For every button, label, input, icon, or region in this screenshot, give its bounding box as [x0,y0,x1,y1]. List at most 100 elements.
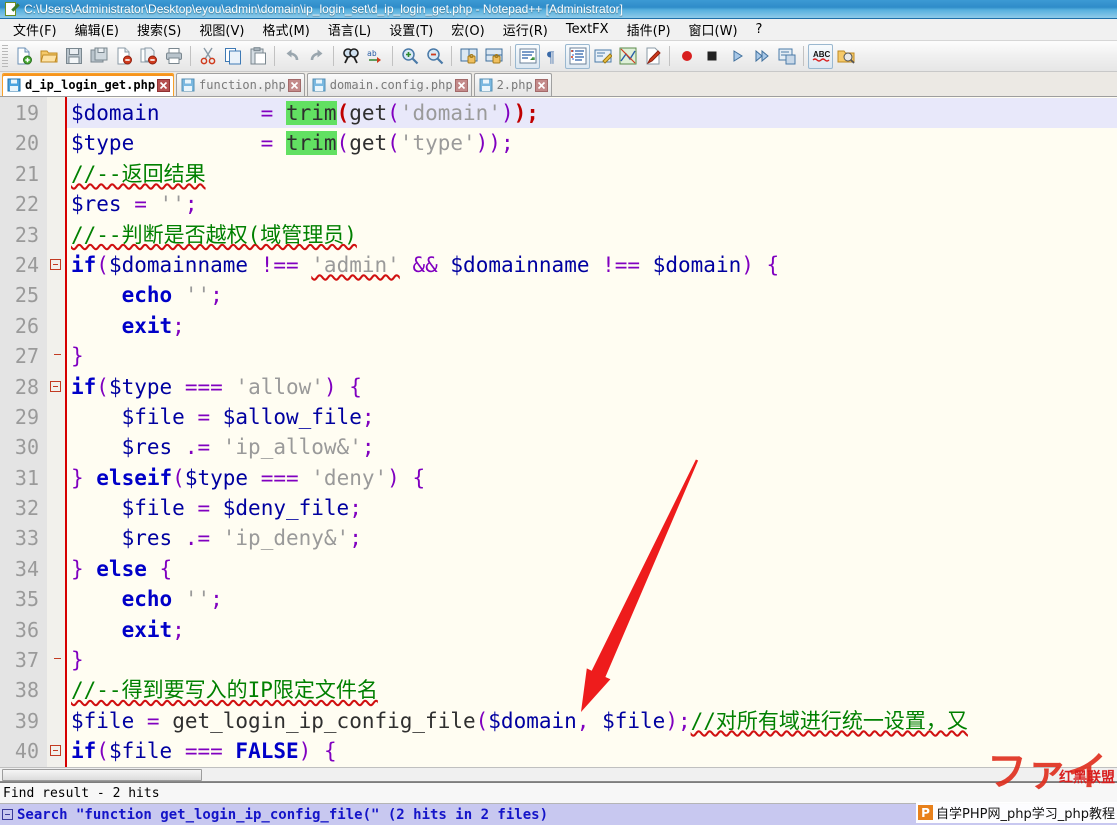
tab-label: d_ip_login_get.php [25,78,156,92]
sync-vertical-scroll-icon[interactable] [456,44,481,69]
fold-marker[interactable] [47,341,65,371]
menu-search[interactable]: 搜索(S) [128,18,190,41]
find-icon[interactable] [338,44,363,69]
fold-marker[interactable] [47,250,65,280]
menu-format[interactable]: 格式(M) [253,18,318,41]
find-result-row[interactable]: Search "function get_login_ip_config_fil… [0,804,1117,825]
code-line[interactable]: $res .= 'ip_allow&'; [65,432,1117,462]
menu-plugins[interactable]: 插件(P) [618,18,680,41]
code-line[interactable]: } [65,645,1117,675]
find-result-title: Find result - 2 hits [0,783,1117,804]
save-icon[interactable] [61,44,86,69]
zoom-in-icon[interactable] [397,44,422,69]
tab-function[interactable]: function.php [176,73,305,96]
fold-marker[interactable] [47,736,65,766]
replace-icon[interactable]: ab [363,44,388,69]
fold-margin[interactable] [47,97,65,767]
code-line[interactable]: //--判断是否越权(域管理员) [65,220,1117,250]
code-text[interactable]: $domain = trim(get('domain')); $type = tr… [65,97,1117,767]
menu-help[interactable]: ? [747,20,772,39]
bookmark-change-marker [65,97,67,767]
code-line[interactable]: $file = $allow_file; [65,402,1117,432]
tab-d-ip-login-get[interactable]: d_ip_login_get.php [2,73,175,96]
tab-2[interactable]: 2.php [473,73,552,96]
fold-marker[interactable] [47,554,65,584]
code-line[interactable]: $domain = trim(get('domain')); [65,98,1117,129]
start-record-macro-icon[interactable] [674,44,699,69]
undo-icon[interactable] [279,44,304,69]
code-line[interactable]: if($domainname !== 'admin' && $domainnam… [65,250,1117,280]
sync-horizontal-scroll-icon[interactable] [481,44,506,69]
menu-run[interactable]: 运行(R) [494,18,557,41]
line-number: 31 [14,465,39,490]
editor-area[interactable]: 19 20 21 22 23 24 25 26 27 28 29 30 31 32 33 34 35 36 37 38… [0,97,1117,782]
open-file-icon[interactable] [36,44,61,69]
close-icon[interactable] [287,78,301,92]
stop-record-macro-icon[interactable] [699,44,724,69]
code-line[interactable]: $file = get_login_ip_config_file($domain… [65,706,1117,736]
code-line[interactable]: $res = ''; [65,189,1117,219]
fold-marker[interactable] [47,372,65,402]
horizontal-scrollbar[interactable] [0,767,1117,781]
menu-window[interactable]: 窗口(W) [680,18,747,41]
line-number: 21 [14,161,39,186]
close-all-icon[interactable] [136,44,161,69]
line-number: 40 [14,739,39,764]
code-line[interactable]: } [65,341,1117,371]
print-icon[interactable] [161,44,186,69]
run-icon[interactable] [833,44,858,69]
line-number: 35 [14,587,39,612]
word-wrap-icon[interactable] [515,43,540,69]
spell-check-icon[interactable]: ABC [808,43,833,69]
menu-textfx[interactable]: TextFX [557,20,618,39]
copy-icon[interactable] [220,44,245,69]
user-defined-dialog-icon[interactable] [590,44,615,69]
code-line[interactable]: if($file === FALSE) { [65,736,1117,766]
find-result-body[interactable]: Search "function get_login_ip_config_fil… [0,804,1117,825]
scintilla-editor[interactable]: 19 20 21 22 23 24 25 26 27 28 29 30 31 32 33 34 35 36 37 38… [0,97,1117,767]
code-line[interactable]: exit; [65,615,1117,645]
new-file-icon[interactable] [11,44,36,69]
fold-empty [47,98,65,128]
code-line[interactable]: } else { [65,554,1117,584]
fold-marker[interactable] [47,645,65,675]
show-all-characters-icon[interactable]: ¶ [540,44,565,69]
tab-domain-config[interactable]: domain.config.php [306,73,472,96]
cut-icon[interactable] [195,44,220,69]
menu-language[interactable]: 语言(L) [319,18,380,41]
code-line[interactable]: echo ''; [65,584,1117,614]
fold-marker[interactable] [47,463,65,493]
code-line[interactable]: exit; [65,311,1117,341]
code-line[interactable]: $res .= 'ip_deny&'; [65,523,1117,553]
menu-view[interactable]: 视图(V) [190,18,253,41]
save-macro-icon[interactable] [774,44,799,69]
menu-settings[interactable]: 设置(T) [380,18,442,41]
code-line[interactable]: if($type === 'allow') { [65,372,1117,402]
code-line[interactable]: //--返回结果 [65,159,1117,189]
close-file-icon[interactable] [111,44,136,69]
menu-file[interactable]: 文件(F) [4,18,66,41]
zoom-out-icon[interactable] [422,44,447,69]
format-icon[interactable] [640,44,665,69]
code-line[interactable]: } elseif($type === 'deny') { [65,463,1117,493]
redo-icon[interactable] [304,44,329,69]
indent-guide-icon[interactable] [565,43,590,69]
code-line[interactable]: $type = trim(get('type')); [65,128,1117,158]
code-line[interactable]: //--得到要写入的IP限定文件名 [65,675,1117,705]
close-icon[interactable] [454,78,468,92]
scrollbar-thumb[interactable] [2,768,202,781]
run-macro-multiple-icon[interactable] [749,44,774,69]
code-line[interactable]: echo ''; [65,280,1117,310]
line-number: 37 [14,648,39,673]
close-icon[interactable] [157,78,171,92]
collapse-icon[interactable] [2,809,13,820]
show-whitespace-icon[interactable] [615,44,640,69]
paste-icon[interactable] [245,44,270,69]
menu-edit[interactable]: 编辑(E) [66,18,128,41]
menu-macro[interactable]: 宏(O) [442,18,493,41]
save-all-icon[interactable] [86,44,111,69]
close-icon[interactable] [534,78,548,92]
toolbar-grip[interactable] [2,45,8,67]
play-macro-icon[interactable] [724,44,749,69]
code-line[interactable]: $file = $deny_file; [65,493,1117,523]
